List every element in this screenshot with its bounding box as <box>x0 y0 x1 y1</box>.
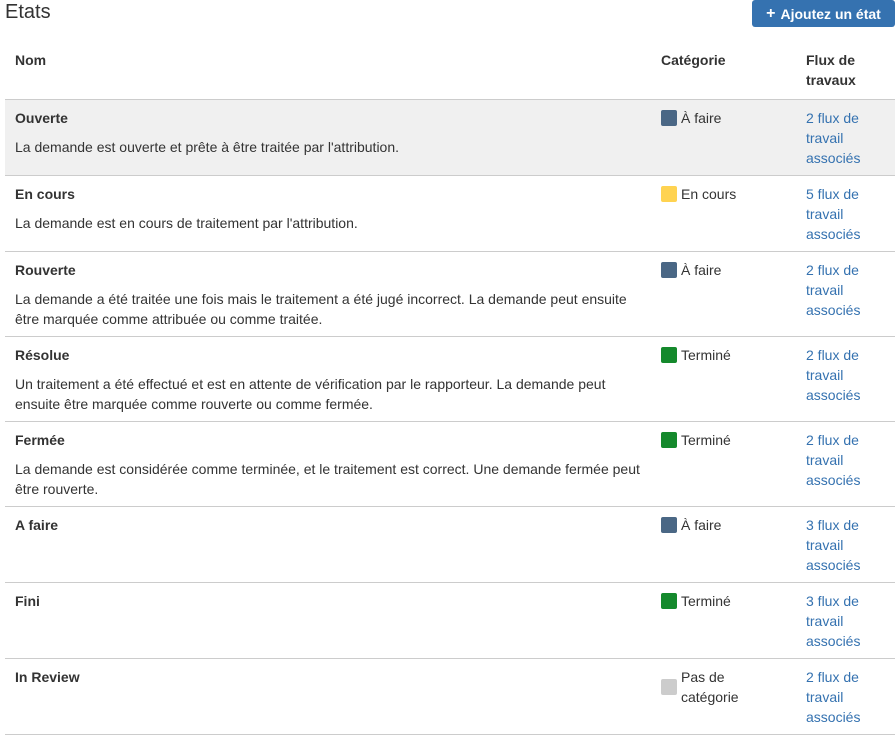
workflows-cell: 3 flux de travail associés <box>796 582 895 659</box>
workflows-link[interactable]: 2 flux de travail associés <box>806 345 885 405</box>
category-text: À faire <box>681 262 722 278</box>
status-name: A faire <box>15 517 59 533</box>
category-text: Terminé <box>681 593 731 609</box>
category-text: Terminé <box>681 347 731 363</box>
status-description: Un traitement a été effectué et est en a… <box>15 376 606 412</box>
plus-icon: + <box>766 4 776 22</box>
workflows-link[interactable]: 5 flux de travail associés <box>806 184 885 244</box>
category-cell: À faire <box>651 506 796 583</box>
table-row: En cours La demande est en cours de trait… <box>5 175 895 252</box>
table-row: Rouverte La demande a été traitée une foi… <box>5 251 895 337</box>
table-row: Résolue Un traitement a été effectué et e… <box>5 336 895 422</box>
workflows-link[interactable]: 2 flux de travail associés <box>806 108 885 168</box>
status-cell: Résolue Un traitement a été effectué et e… <box>5 336 651 422</box>
category-color-icon <box>661 517 677 533</box>
workflows-cell: 2 flux de travail associés <box>796 658 895 735</box>
status-name: Rouverte <box>15 262 76 278</box>
category-color-icon <box>661 593 677 609</box>
status-table: Nom Catégorie Flux de travaux Ouverte La … <box>5 40 895 735</box>
category-cell: En cours <box>651 175 796 252</box>
category-label: Pas de catégorie <box>661 667 786 707</box>
workflows-cell: 2 flux de travail associés <box>796 251 895 337</box>
category-text: Pas de catégorie <box>681 669 739 705</box>
table-row: A faire À faire 3 flux de travail associés <box>5 506 895 583</box>
status-name: Ouverte <box>15 110 68 126</box>
workflows-cell: 2 flux de travail associés <box>796 99 895 176</box>
status-description: La demande a été traitée une fois mais l… <box>15 291 627 327</box>
add-status-button-label: Ajoutez un état <box>780 5 881 22</box>
workflows-cell: 3 flux de travail associés <box>796 506 895 583</box>
status-cell: Ouverte La demande est ouverte et prête à… <box>5 99 651 176</box>
workflows-link[interactable]: 3 flux de travail associés <box>806 591 885 651</box>
workflows-link[interactable]: 2 flux de travail associés <box>806 430 885 490</box>
workflows-cell: 2 flux de travail associés <box>796 336 895 422</box>
table-row: Fermée La demande est considérée comme te… <box>5 421 895 507</box>
category-label: En cours <box>661 184 786 204</box>
category-cell: Terminé <box>651 582 796 659</box>
workflows-link[interactable]: 3 flux de travail associés <box>806 515 885 575</box>
status-cell: In Review <box>5 658 651 735</box>
status-description: La demande est ouverte et prête à être t… <box>15 139 400 155</box>
category-text: Terminé <box>681 432 731 448</box>
category-label: Terminé <box>661 345 786 365</box>
category-label: Terminé <box>661 591 786 611</box>
status-name: In Review <box>15 669 80 685</box>
column-header-category: Catégorie <box>651 40 796 100</box>
category-cell: Pas de catégorie <box>651 658 796 735</box>
table-row: Ouverte La demande est ouverte et prête à… <box>5 99 895 176</box>
category-cell: Terminé <box>651 421 796 507</box>
workflows-cell: 2 flux de travail associés <box>796 421 895 507</box>
workflows-link[interactable]: 2 flux de travail associés <box>806 667 885 727</box>
category-color-icon <box>661 110 677 126</box>
column-header-workflows: Flux de travaux <box>796 40 895 100</box>
table-row: Fini Terminé 3 flux de travail associés <box>5 582 895 659</box>
category-label: À faire <box>661 260 786 280</box>
category-text: À faire <box>681 110 722 126</box>
status-name: Résolue <box>15 347 70 363</box>
status-name: Fini <box>15 593 40 609</box>
category-cell: À faire <box>651 251 796 337</box>
category-label: À faire <box>661 108 786 128</box>
category-cell: Terminé <box>651 336 796 422</box>
page-header: Etats + Ajoutez un état <box>0 0 895 40</box>
category-color-icon <box>661 347 677 363</box>
category-color-icon <box>661 679 677 695</box>
category-text: À faire <box>681 517 722 533</box>
status-cell: Rouverte La demande a été traitée une foi… <box>5 251 651 337</box>
status-cell: A faire <box>5 506 651 583</box>
category-color-icon <box>661 432 677 448</box>
status-name: Fermée <box>15 432 65 448</box>
category-color-icon <box>661 262 677 278</box>
status-cell: En cours La demande est en cours de trait… <box>5 175 651 252</box>
table-header-row: Nom Catégorie Flux de travaux <box>5 40 895 100</box>
category-color-icon <box>661 186 677 202</box>
status-cell: Fini <box>5 582 651 659</box>
category-label: À faire <box>661 515 786 535</box>
category-text: En cours <box>681 186 737 202</box>
status-cell: Fermée La demande est considérée comme te… <box>5 421 651 507</box>
workflows-cell: 5 flux de travail associés <box>796 175 895 252</box>
category-cell: À faire <box>651 99 796 176</box>
status-description: La demande est en cours de traitement pa… <box>15 215 358 231</box>
column-header-name: Nom <box>5 40 651 100</box>
add-status-button[interactable]: + Ajoutez un état <box>752 0 895 27</box>
category-label: Terminé <box>661 430 786 450</box>
page-title: Etats <box>5 1 51 23</box>
table-row: In Review Pas de catégorie 2 flux de trava… <box>5 658 895 735</box>
status-name: En cours <box>15 186 75 202</box>
status-description: La demande est considérée comme terminée… <box>15 461 640 497</box>
workflows-link[interactable]: 2 flux de travail associés <box>806 260 885 320</box>
